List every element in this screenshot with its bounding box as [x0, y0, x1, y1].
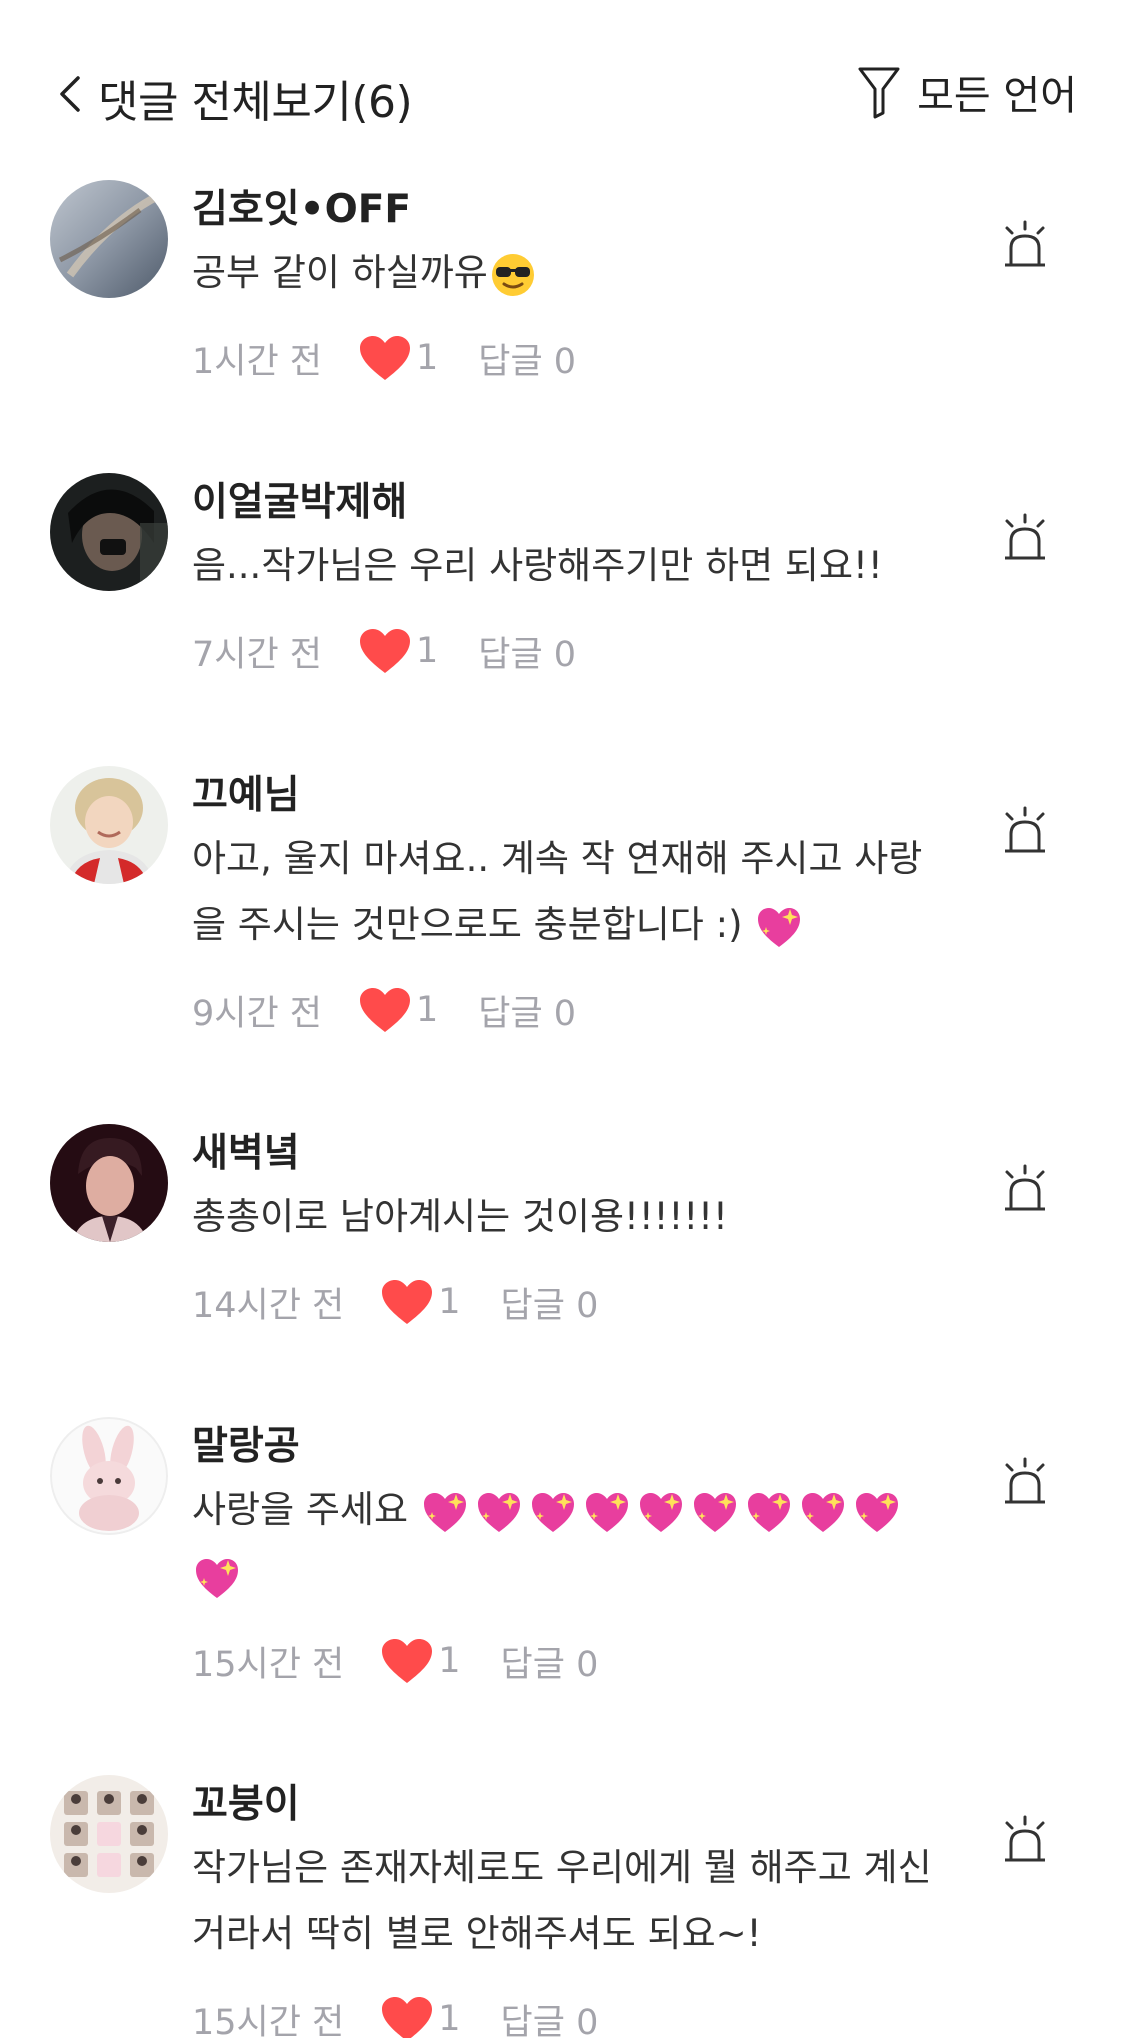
sparkling-heart-icon — [758, 907, 801, 947]
comment-item: 새벽녘 총총이로 남아계시는 것이용!!!!!!! 14시간 전 1 답글 0 — [0, 1122, 1125, 1415]
comment-item: 끄예님 아고, 울지 마셔요.. 계속 작 연재해 주시고 사랑을 주시는 것만… — [0, 764, 1125, 1122]
heart-icon — [360, 336, 410, 380]
comment-time: 7시간 전 — [192, 634, 322, 675]
comment-username[interactable]: 이얼굴박제해 — [192, 471, 407, 527]
like-button[interactable]: 1 — [380, 1278, 461, 1326]
comment-time: 15시간 전 — [192, 2002, 345, 2038]
sparkling-heart-icon — [855, 1492, 898, 1532]
comment-time: 1시간 전 — [192, 341, 322, 382]
reply-button[interactable]: 답글 0 — [478, 333, 576, 384]
heart-icon — [382, 1639, 433, 1683]
reply-button[interactable]: 답글 0 — [478, 626, 576, 677]
comments-page: 댓글 전체보기(6) 모든 언어 김호잇•OFF 공부 같이 하실까유 1시간 — [0, 0, 1125, 2038]
avatar[interactable] — [50, 1124, 168, 1242]
comment-text: 아고, 울지 마셔요.. 계속 작 연재해 주시고 사랑을 주시는 것만으로도 … — [192, 826, 932, 958]
siren-report-icon[interactable] — [997, 218, 1053, 274]
filter-label: 모든 언어 — [917, 73, 1077, 119]
like-count: 1 — [438, 1282, 461, 1322]
comment-username[interactable]: 말랑공 — [192, 1415, 300, 1471]
comment-meta: 1시간 전 1 답글 0 — [192, 328, 576, 388]
comment-meta: 9시간 전 1 답글 0 — [192, 980, 576, 1040]
sparkling-heart-icon — [639, 1492, 682, 1532]
siren-report-icon[interactable] — [997, 1162, 1053, 1218]
siren-report-icon[interactable] — [997, 1455, 1053, 1511]
like-button[interactable]: 1 — [358, 334, 438, 382]
chevron-left-icon — [60, 76, 80, 112]
comment-text: 사랑을 주세요 — [192, 1477, 932, 1609]
comment-meta: 7시간 전 1 답글 0 — [192, 621, 576, 681]
comment-list: 김호잇•OFF 공부 같이 하실까유 1시간 전 1 답글 0 이얼굴박제해 음… — [0, 178, 1125, 2038]
avatar[interactable] — [50, 1417, 168, 1535]
like-count: 1 — [438, 1641, 461, 1681]
siren-report-icon[interactable] — [997, 1813, 1053, 1869]
sunglasses-face-icon — [491, 253, 534, 296]
comment-time: 9시간 전 — [192, 993, 322, 1034]
like-button[interactable]: 1 — [380, 1637, 461, 1685]
avatar[interactable] — [50, 766, 168, 884]
comment-text: 총총이로 남아계시는 것이용!!!!!!! — [192, 1195, 728, 1238]
heart-icon — [360, 988, 410, 1032]
comment-text: 음...작가님은 우리 사랑해주기만 하면 되요!! — [192, 544, 883, 587]
comment-item: 이얼굴박제해 음...작가님은 우리 사랑해주기만 하면 되요!! 7시간 전 … — [0, 471, 1125, 764]
siren-report-icon[interactable] — [997, 511, 1053, 567]
filter-icon — [858, 67, 900, 119]
comment-username[interactable]: 꼬붕이 — [192, 1773, 300, 1829]
heart-icon — [360, 629, 410, 673]
comment-time: 14시간 전 — [192, 1285, 345, 1326]
back-button[interactable] — [52, 70, 88, 118]
sparkling-heart-icon — [585, 1492, 628, 1532]
sparkling-heart-icon — [747, 1492, 790, 1532]
header: 댓글 전체보기(6) 모든 언어 — [0, 0, 1125, 180]
like-count: 1 — [438, 1999, 461, 2038]
comment-meta: 15시간 전 1 답글 0 — [192, 1631, 598, 1691]
reply-button[interactable]: 답글 0 — [478, 985, 576, 1036]
comment-username[interactable]: 새벽녘 — [192, 1122, 300, 1178]
avatar[interactable] — [50, 473, 168, 591]
sparkling-heart-icon — [196, 1558, 238, 1598]
sparkling-heart-icon — [693, 1492, 736, 1532]
like-button[interactable]: 1 — [358, 986, 438, 1034]
avatar[interactable] — [50, 180, 168, 298]
reply-button[interactable]: 답글 0 — [501, 1636, 599, 1687]
like-button[interactable]: 1 — [380, 1995, 461, 2038]
heart-icon — [382, 1997, 433, 2038]
comment-time: 15시간 전 — [192, 1644, 345, 1685]
like-button[interactable]: 1 — [358, 627, 438, 675]
sparkling-heart-icon — [423, 1492, 466, 1532]
sparkling-heart-icon — [531, 1492, 574, 1532]
comment-username[interactable]: 김호잇•OFF — [192, 178, 411, 234]
comment-text: 공부 같이 하실까유 — [192, 240, 932, 306]
sparkling-heart-icon — [477, 1492, 520, 1532]
reply-button[interactable]: 답글 0 — [501, 1277, 599, 1328]
language-filter[interactable]: 모든 언어 — [857, 62, 1077, 122]
like-count: 1 — [416, 990, 439, 1030]
comment-username[interactable]: 끄예님 — [192, 764, 300, 820]
sparkling-heart-icon — [801, 1492, 844, 1532]
comment-item: 꼬붕이 작가님은 존재자체로도 우리에게 뭘 해주고 계신거라서 딱히 별로 안… — [0, 1773, 1125, 2038]
heart-icon — [382, 1280, 433, 1324]
like-count: 1 — [416, 631, 439, 671]
comment-item: 김호잇•OFF 공부 같이 하실까유 1시간 전 1 답글 0 — [0, 178, 1125, 471]
like-count: 1 — [416, 338, 439, 378]
comment-meta: 14시간 전 1 답글 0 — [192, 1272, 598, 1332]
siren-report-icon[interactable] — [997, 804, 1053, 860]
reply-button[interactable]: 답글 0 — [501, 1994, 599, 2038]
comment-meta: 15시간 전 1 답글 0 — [192, 1989, 598, 2038]
comment-item: 말랑공 사랑을 주세요 15시간 전 1 답글 0 — [0, 1415, 1125, 1773]
comment-text: 작가님은 존재자체로도 우리에게 뭘 해주고 계신거라서 딱히 별로 안해주셔도… — [192, 1846, 932, 1955]
page-title: 댓글 전체보기(6) — [98, 77, 413, 128]
avatar[interactable] — [50, 1775, 168, 1893]
